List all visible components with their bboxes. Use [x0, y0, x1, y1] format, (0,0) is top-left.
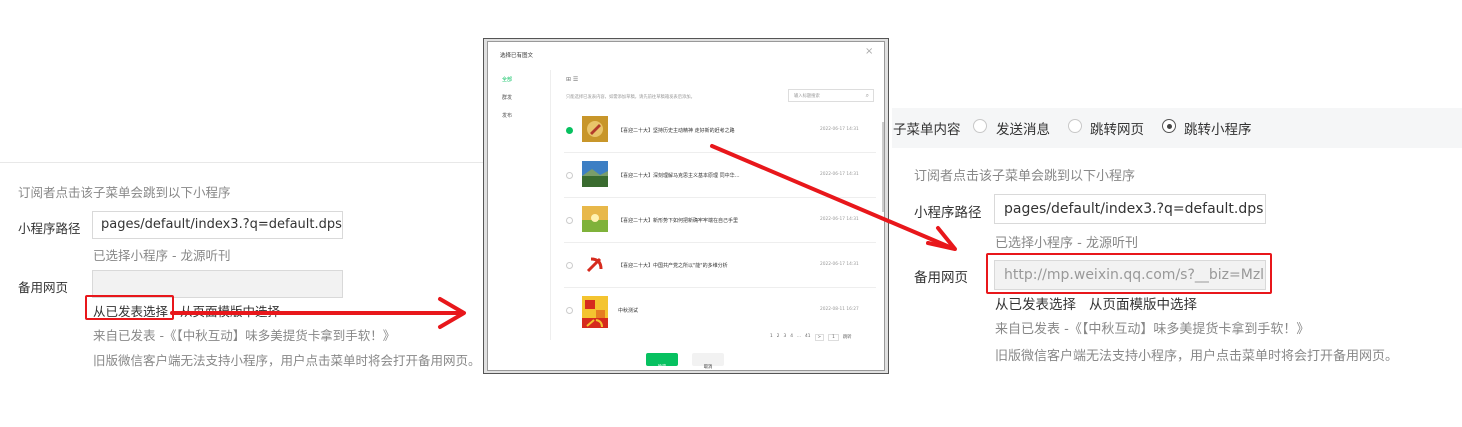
article-thumb-party	[582, 116, 608, 142]
article-row[interactable]: 【喜迎二十大】坚持历史主动精神 走好新的赶考之路 2022-06-17 14:3…	[564, 108, 876, 153]
pagination: 1 2 3 4 ... 41 > 1 跳转	[770, 334, 851, 341]
close-icon[interactable]: ×	[865, 46, 873, 57]
page-3[interactable]: 3	[783, 334, 786, 341]
radio-selected-icon[interactable]	[566, 127, 573, 134]
right-link-published[interactable]: 从已发表选择	[995, 293, 1076, 313]
article-title: 中秋测试	[618, 308, 639, 314]
radio-jump-webpage[interactable]	[1068, 119, 1082, 133]
cancel-label: 取消	[703, 365, 713, 370]
modal-search-input[interactable]: 输入标题搜索 ⌕	[788, 89, 874, 102]
page-1[interactable]: 1	[770, 334, 773, 341]
cancel-button[interactable]: 取消	[692, 353, 724, 370]
article-row[interactable]: 中秋测试 2022-08-11 16:27	[564, 288, 876, 333]
article-date: 2022-06-17 14:31	[820, 217, 859, 222]
option-send-message[interactable]: 发送消息	[996, 118, 1050, 138]
side-tab-publish[interactable]: 发布	[502, 112, 512, 119]
side-tab-mass[interactable]: 群发	[502, 94, 512, 101]
page-4[interactable]: 4	[790, 334, 793, 341]
modal-scrollbar[interactable]	[882, 122, 884, 212]
page-2[interactable]: 2	[777, 334, 780, 341]
arrow-head-modal	[438, 297, 466, 329]
modal-side-divider	[550, 70, 551, 340]
article-title: 【喜迎二十大】中国共产党之所以"能"的多维分析	[618, 263, 728, 269]
arrow-head-right	[926, 226, 957, 251]
left-panel-divider	[0, 162, 486, 163]
modal-title: 选择已有图文	[500, 53, 534, 59]
left-annotation-box	[85, 295, 174, 320]
left-path-label: 小程序路径	[18, 221, 81, 236]
article-row[interactable]: 【喜迎二十大】新形势下如何把新确牢牢端在自己手里 2022-06-17 14:3…	[564, 198, 876, 243]
left-backup-label: 备用网页	[18, 280, 69, 295]
article-title: 【喜迎二十大】坚持历史主动精神 走好新的赶考之路	[618, 128, 735, 134]
right-path-label: 小程序路径	[914, 205, 982, 221]
page-41[interactable]: 41	[805, 334, 810, 341]
article-thumb-partial	[582, 318, 608, 328]
menu-content-label: 子菜单内容	[893, 122, 961, 138]
option-jump-miniprogram[interactable]: 跳转小程序	[1184, 118, 1252, 138]
left-link-template[interactable]: 从页面模版中选择	[180, 301, 280, 320]
confirm-label: 确定	[657, 365, 667, 370]
article-thumb-emblem	[582, 251, 608, 277]
article-date: 2022-06-17 14:31	[820, 172, 859, 177]
right-path-input[interactable]: pages/default/index3.?q=default.dps.q	[994, 194, 1266, 224]
right-link-template[interactable]: 从页面模版中选择	[1089, 293, 1197, 313]
option-jump-webpage[interactable]: 跳转网页	[1090, 118, 1144, 138]
left-path-input[interactable]: pages/default/index3.?q=default.dps.q	[92, 211, 343, 239]
radio-icon[interactable]	[566, 217, 573, 224]
article-date: 2022-08-11 16:27	[820, 307, 859, 312]
left-selected-miniprogram: 已选择小程序 - 龙源听刊	[93, 248, 231, 263]
right-source-text: 来自已发表 -《【中秋互动】味多美提货卡拿到手软！》	[995, 322, 1310, 337]
select-article-modal: 选择已有图文 × 全部 群发 发布 ⊞ ☰ 只能选择已发表内容，如需添加草稿，请…	[487, 41, 885, 371]
radio-icon[interactable]	[566, 262, 573, 269]
side-tab-all[interactable]: 全部	[502, 76, 512, 83]
article-thumb-landscape	[582, 161, 608, 187]
page-jump-input[interactable]: 1	[828, 334, 839, 341]
radio-icon[interactable]	[566, 307, 573, 314]
search-placeholder: 输入标题搜索	[794, 94, 820, 99]
left-source-text: 来自已发表 -《【中秋互动】味多美提货卡拿到手软！》	[93, 328, 396, 343]
page-jump-button[interactable]: 跳转	[843, 334, 852, 341]
article-date: 2022-06-17 14:31	[820, 127, 859, 132]
article-thumb-field	[582, 206, 608, 232]
article-row[interactable]: 【喜迎二十大】中国共产党之所以"能"的多维分析 2022-06-17 14:31	[564, 243, 876, 288]
search-icon: ⌕	[865, 92, 869, 99]
page-ellipsis: ...	[796, 334, 802, 339]
radio-send-message[interactable]	[973, 119, 987, 133]
left-note: 旧版微信客户端无法支持小程序，用户点击菜单时将会打开备用网页。	[93, 353, 481, 368]
article-date: 2022-06-17 14:31	[820, 262, 859, 267]
modal-hint: 只能选择已发表内容，如需添加草稿，请先前往草稿箱发表后添加。	[566, 95, 695, 100]
right-description: 订阅者点击该子菜单会跳到以下小程序	[914, 169, 1136, 184]
article-title: 【喜迎二十大】新形势下如何把新确牢牢端在自己手里	[618, 218, 739, 224]
left-description: 订阅者点击该子菜单会跳到以下小程序	[18, 185, 231, 200]
article-title: 【喜迎二十大】深刻理解马克思主义基本原理 同中华…	[618, 173, 740, 179]
radio-icon[interactable]	[566, 172, 573, 179]
confirm-button[interactable]: 确定	[646, 353, 678, 370]
right-annotation-box	[986, 253, 1272, 294]
left-backup-input[interactable]	[92, 270, 343, 298]
article-row[interactable]: 【喜迎二十大】深刻理解马克思主义基本原理 同中华… 2022-06-17 14:…	[564, 153, 876, 198]
right-selected-miniprogram: 已选择小程序 - 龙源听刊	[995, 236, 1138, 251]
radio-jump-miniprogram[interactable]	[1162, 119, 1176, 133]
page-next[interactable]: >	[814, 334, 825, 341]
right-note: 旧版微信客户端无法支持小程序，用户点击菜单时将会打开备用网页。	[995, 349, 1399, 364]
grid-list-icons[interactable]: ⊞ ☰	[566, 76, 578, 83]
right-backup-label: 备用网页	[914, 270, 968, 286]
